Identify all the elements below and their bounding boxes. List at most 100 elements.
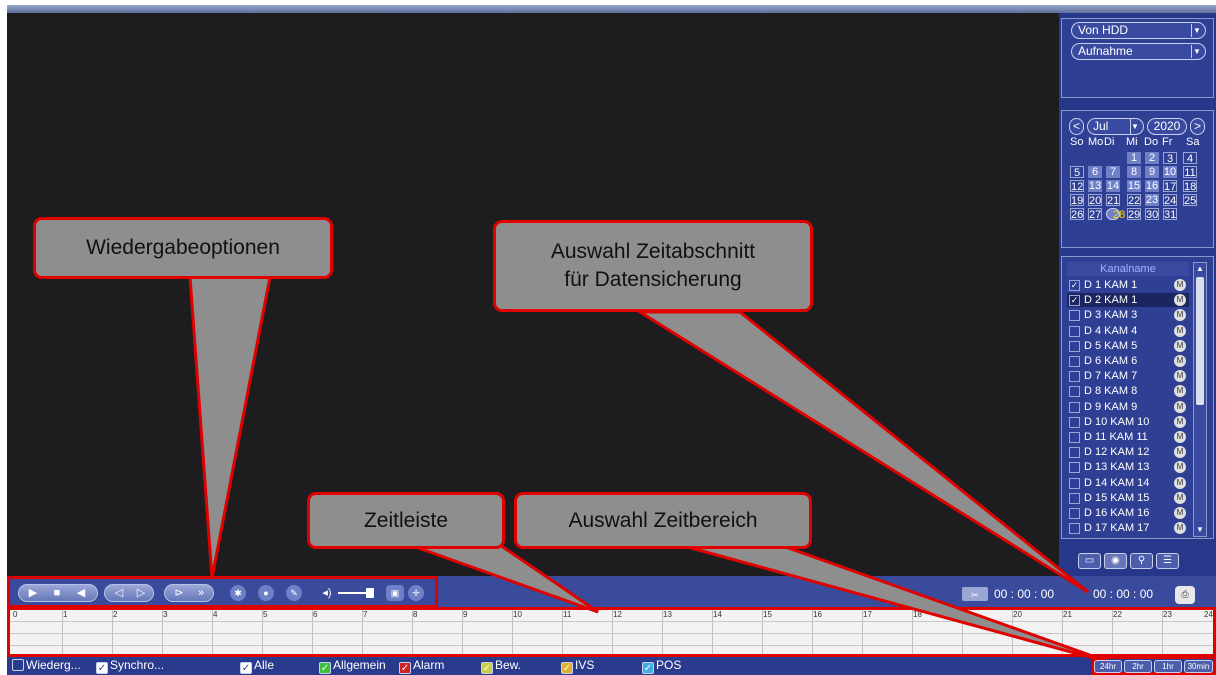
- calendar-day[interactable]: 25: [1183, 194, 1197, 207]
- event-filter-option[interactable]: ✓ Alle: [240, 658, 274, 674]
- checkbox-icon[interactable]: ✓: [240, 662, 252, 674]
- channel-checkbox[interactable]: [1069, 356, 1080, 367]
- month-select[interactable]: Jul ▼: [1087, 118, 1144, 135]
- calendar-day[interactable]: 30: [1145, 208, 1159, 221]
- calendar-day[interactable]: 2: [1145, 152, 1159, 164]
- calendar-day[interactable]: 8: [1127, 166, 1141, 178]
- channel-row[interactable]: ✓ D 1 KAM 1 M: [1067, 278, 1189, 292]
- channel-row[interactable]: D 3 KAM 3 M: [1067, 308, 1189, 322]
- timeline-zoom-button[interactable]: 1hr: [1154, 660, 1182, 673]
- checkbox-icon[interactable]: ✓: [481, 662, 493, 674]
- channel-checkbox[interactable]: [1069, 523, 1080, 535]
- channel-checkbox[interactable]: [1069, 416, 1080, 428]
- calendar-day[interactable]: 29: [1127, 208, 1141, 221]
- scroll-up-icon[interactable]: ▲: [1194, 263, 1206, 275]
- calendar-day[interactable]: 20: [1088, 194, 1102, 207]
- calendar-day[interactable]: 4: [1183, 152, 1197, 165]
- scroll-down-icon[interactable]: ▼: [1194, 524, 1206, 536]
- calendar-day[interactable]: 16: [1145, 180, 1159, 192]
- event-filter-option[interactable]: ✓ Synchro...: [96, 658, 164, 674]
- start-time-field[interactable]: 00 : 00 : 00: [994, 586, 1054, 602]
- calendar-day[interactable]: 27: [1088, 208, 1102, 221]
- channel-scrollbar[interactable]: ▲ ▼: [1193, 262, 1207, 537]
- channel-row[interactable]: D 12 KAM 12 M: [1067, 445, 1189, 459]
- calendar-day[interactable]: 10: [1163, 166, 1177, 178]
- list-view-button[interactable]: ☰: [1156, 553, 1179, 569]
- calendar-day[interactable]: 9: [1145, 166, 1159, 178]
- channel-checkbox[interactable]: [1069, 462, 1080, 474]
- checkbox-icon[interactable]: ✓: [399, 662, 411, 674]
- channel-row[interactable]: D 15 KAM 15 M: [1067, 491, 1189, 505]
- channel-checkbox[interactable]: [1069, 325, 1080, 337]
- channel-row[interactable]: D 4 KAM 4 M: [1067, 324, 1189, 338]
- calendar-day[interactable]: 22: [1127, 194, 1141, 207]
- channel-checkbox[interactable]: ✓: [1069, 295, 1080, 307]
- channel-row[interactable]: D 10 KAM 10 M: [1067, 415, 1189, 429]
- calendar-day[interactable]: 1: [1127, 152, 1141, 164]
- source-select[interactable]: Von HDD ▼: [1071, 22, 1206, 39]
- channel-checkbox[interactable]: [1069, 340, 1080, 352]
- channel-row[interactable]: D 6 KAM 6 M: [1067, 354, 1189, 368]
- channel-checkbox[interactable]: [1069, 432, 1080, 443]
- calendar-day[interactable]: 24: [1163, 194, 1177, 207]
- calendar-day[interactable]: 21: [1106, 194, 1120, 207]
- event-filter-option[interactable]: ✓ Allgemein: [319, 658, 386, 674]
- timeline-zoom-button[interactable]: 30min: [1184, 660, 1213, 673]
- tag-search-button[interactable]: ⚲: [1130, 553, 1153, 569]
- channel-row[interactable]: D 8 KAM 8 M: [1067, 384, 1189, 398]
- year-field[interactable]: 2020: [1147, 118, 1187, 135]
- channel-row[interactable]: ✓ D 2 KAM 1 M: [1067, 293, 1189, 308]
- checkbox-icon[interactable]: ✓: [96, 662, 108, 674]
- calendar-day[interactable]: 19: [1070, 194, 1084, 207]
- channel-checkbox[interactable]: [1069, 401, 1080, 413]
- channel-checkbox[interactable]: ✓: [1069, 280, 1080, 291]
- checkbox-icon[interactable]: [12, 659, 24, 671]
- channel-row[interactable]: D 13 KAM 13 M: [1067, 460, 1189, 474]
- channel-checkbox[interactable]: [1069, 386, 1080, 398]
- event-filter-option[interactable]: ✓ POS: [642, 658, 681, 674]
- calendar-day[interactable]: 3: [1163, 152, 1177, 165]
- channel-row[interactable]: D 9 KAM 9 M: [1067, 400, 1189, 414]
- channel-checkbox[interactable]: [1069, 477, 1080, 489]
- calendar-day[interactable]: 12: [1070, 180, 1084, 193]
- calendar-day[interactable]: 23: [1145, 194, 1159, 206]
- channel-row[interactable]: D 17 KAM 17 M: [1067, 521, 1189, 535]
- backup-icon[interactable]: ⎙: [1175, 586, 1195, 604]
- channel-row[interactable]: D 5 KAM 5 M: [1067, 339, 1189, 353]
- end-time-field[interactable]: 00 : 00 : 00: [1093, 586, 1153, 602]
- calendar-day[interactable]: 26: [1070, 208, 1084, 221]
- event-filter-option[interactable]: ✓ Bew.: [481, 658, 521, 674]
- file-list-mode-button[interactable]: ▭: [1078, 553, 1101, 569]
- channel-checkbox[interactable]: [1069, 492, 1080, 504]
- checkbox-icon[interactable]: ✓: [642, 662, 654, 674]
- channel-row[interactable]: D 16 KAM 16 M: [1067, 506, 1189, 520]
- event-filter-option[interactable]: Wiederg...: [12, 658, 81, 672]
- calendar-day[interactable]: 7: [1106, 166, 1120, 178]
- scroll-thumb[interactable]: [1196, 277, 1204, 405]
- event-filter-option[interactable]: ✓ IVS: [561, 658, 594, 674]
- checkbox-icon[interactable]: ✓: [561, 662, 573, 674]
- channel-row[interactable]: D 11 KAM 11 M: [1067, 430, 1189, 444]
- calendar-day[interactable]: 17: [1163, 180, 1177, 193]
- channel-checkbox[interactable]: [1069, 508, 1080, 519]
- calendar-day[interactable]: 5: [1070, 166, 1084, 179]
- checkbox-icon[interactable]: ✓: [319, 662, 331, 674]
- calendar-day[interactable]: 15: [1127, 180, 1141, 192]
- calendar-day[interactable]: 13: [1088, 180, 1102, 192]
- record-type-select[interactable]: Aufnahme ▼: [1071, 43, 1206, 60]
- calendar-day[interactable]: 11: [1183, 166, 1197, 179]
- channel-checkbox[interactable]: [1069, 371, 1080, 383]
- event-filter-option[interactable]: ✓ Alarm: [399, 658, 444, 674]
- smart-search-button[interactable]: ◉: [1104, 553, 1127, 569]
- calendar-day[interactable]: 28: [1106, 208, 1125, 221]
- next-month-button[interactable]: >: [1190, 118, 1205, 135]
- calendar-day[interactable]: 14: [1106, 180, 1120, 192]
- calendar-day[interactable]: 6: [1088, 166, 1102, 178]
- timeline-zoom-button[interactable]: 2hr: [1124, 660, 1152, 673]
- channel-checkbox[interactable]: [1069, 447, 1080, 459]
- prev-month-button[interactable]: <: [1069, 118, 1084, 135]
- calendar-day[interactable]: 18: [1183, 180, 1197, 193]
- channel-row[interactable]: D 7 KAM 7 M: [1067, 369, 1189, 383]
- clip-icon[interactable]: ✂: [962, 587, 988, 601]
- channel-checkbox[interactable]: [1069, 310, 1080, 322]
